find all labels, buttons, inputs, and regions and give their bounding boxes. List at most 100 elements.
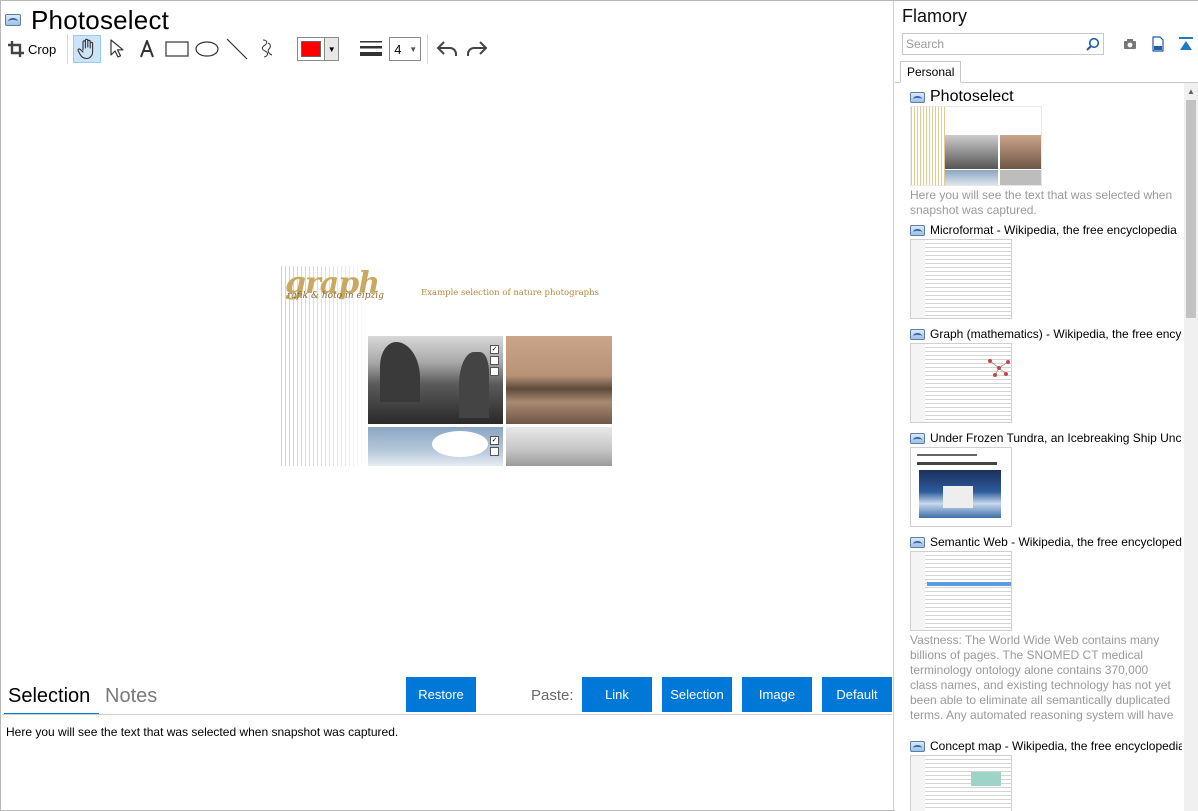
list-item-thumbnail bbox=[910, 343, 1012, 423]
ellipse-tool-button[interactable] bbox=[193, 35, 221, 63]
line-width-button[interactable] bbox=[357, 35, 385, 63]
scrollbar-thumb[interactable] bbox=[1186, 100, 1196, 318]
snapshot-list: Photoselect Here you will see the text t… bbox=[895, 83, 1184, 811]
rectangle-icon bbox=[165, 41, 189, 57]
list-item-header: Graph (mathematics) - Wikipedia, the fre… bbox=[910, 327, 1182, 341]
check-icon: ✓ bbox=[490, 436, 499, 445]
paste-image-button[interactable]: Image bbox=[742, 677, 812, 712]
paste-default-button[interactable]: Default bbox=[822, 677, 892, 712]
snapshot-icon bbox=[910, 432, 925, 444]
eject-icon[interactable] bbox=[1176, 34, 1196, 54]
list-item-thumbnail bbox=[910, 755, 1012, 811]
snapshot-icon bbox=[910, 91, 925, 103]
chevron-down-icon[interactable]: ▼ bbox=[324, 38, 339, 60]
snapshot-logo-sub: rafik & hoto in eipzig bbox=[287, 291, 384, 301]
list-item-title: Microformat - Wikipedia, the free encycl… bbox=[930, 223, 1177, 237]
list-item[interactable]: Microformat - Wikipedia, the free encycl… bbox=[910, 223, 1182, 319]
tab-notes[interactable]: Notes bbox=[105, 685, 157, 708]
ship-shape bbox=[943, 486, 973, 508]
snapshot-icon bbox=[910, 224, 925, 236]
list-item-header: Photoselect bbox=[910, 88, 1182, 106]
thumbnail-text bbox=[917, 454, 977, 456]
text-tool-button[interactable] bbox=[133, 35, 161, 63]
document-title[interactable]: Photoselect bbox=[31, 5, 169, 36]
photo-fog bbox=[506, 427, 612, 466]
checkbox-icon bbox=[490, 447, 499, 456]
search-box bbox=[902, 33, 1104, 55]
paste-link-button[interactable]: Link bbox=[582, 677, 652, 712]
sidebar-scrollbar[interactable]: ▲ bbox=[1184, 83, 1198, 811]
list-item-header: Under Frozen Tundra, an Icebreaking Ship… bbox=[910, 431, 1182, 445]
line-icon bbox=[226, 38, 248, 60]
flamory-sidebar: Flamory Personal Ph bbox=[895, 1, 1198, 811]
checkbox-icon bbox=[490, 367, 499, 376]
select-tool-button[interactable] bbox=[103, 35, 131, 63]
list-item-thumbnail bbox=[910, 106, 1042, 186]
undo-icon bbox=[436, 41, 458, 56]
snapshot-image: graph rafik & hoto in eipzig Example sel… bbox=[281, 266, 612, 466]
thumbnail-highlight bbox=[927, 582, 1011, 586]
selection-text[interactable]: Here you will see the text that was sele… bbox=[6, 725, 398, 739]
rectangle-tool-button[interactable] bbox=[163, 35, 191, 63]
thumbnail-text bbox=[917, 462, 997, 465]
freehand-tool-button[interactable] bbox=[253, 35, 281, 63]
toolbar-separator bbox=[427, 34, 429, 64]
crop-button[interactable]: Crop bbox=[5, 35, 59, 63]
toolbar-separator bbox=[67, 34, 69, 64]
restore-button[interactable]: Restore bbox=[406, 677, 476, 712]
paste-label: Paste: bbox=[531, 687, 574, 704]
hand-tool-button[interactable] bbox=[73, 35, 102, 63]
photo-rocks bbox=[368, 336, 503, 424]
thumbnail-photo bbox=[919, 470, 1001, 518]
list-item-thumbnail bbox=[910, 551, 1012, 631]
tab-selection[interactable]: Selection bbox=[8, 685, 90, 708]
annotation-toolbar: Crop ▼ 4 ▼ bbox=[5, 34, 493, 64]
search-input[interactable] bbox=[903, 37, 1083, 51]
document-icon[interactable] bbox=[1148, 34, 1168, 54]
list-item-thumbnail bbox=[910, 239, 1012, 319]
line-tool-button[interactable] bbox=[223, 35, 251, 63]
list-item-title: Photoselect bbox=[930, 88, 1014, 105]
color-swatch bbox=[301, 41, 322, 57]
list-item[interactable]: Semantic Web - Wikipedia, the free encyc… bbox=[910, 535, 1182, 723]
list-item-title: Concept map - Wikipedia, the free encycl… bbox=[930, 739, 1182, 753]
crop-icon bbox=[8, 41, 24, 57]
thumbnail-photo bbox=[945, 135, 998, 169]
thumbnail-photo bbox=[1000, 135, 1041, 169]
list-item-description: Vastness: The World Wide Web contains ma… bbox=[910, 633, 1174, 722]
thumbnail-diagram bbox=[971, 772, 1001, 786]
snapshot-icon bbox=[5, 14, 21, 26]
check-icon: ✓ bbox=[490, 345, 499, 354]
paste-selection-button[interactable]: Selection bbox=[662, 677, 732, 712]
list-item[interactable]: Graph (mathematics) - Wikipedia, the fre… bbox=[910, 327, 1182, 423]
search-icon[interactable] bbox=[1083, 34, 1103, 54]
snapshot-icon bbox=[910, 536, 925, 548]
list-item[interactable]: Photoselect Here you will see the text t… bbox=[910, 88, 1182, 218]
camera-icon[interactable] bbox=[1120, 34, 1140, 54]
freehand-icon bbox=[262, 39, 273, 58]
chevron-down-icon: ▼ bbox=[409, 44, 418, 54]
thumbnail-stripes bbox=[911, 107, 945, 185]
list-item-description: Here you will see the text that was sele… bbox=[910, 188, 1173, 217]
graph-diagram-icon bbox=[988, 359, 1010, 377]
line-width-select[interactable]: 4 ▼ bbox=[389, 37, 422, 61]
text-icon bbox=[140, 40, 155, 58]
snapshot-canvas[interactable]: graph rafik & hoto in eipzig Example sel… bbox=[2, 67, 892, 679]
list-item[interactable]: Under Frozen Tundra, an Icebreaking Ship… bbox=[910, 431, 1182, 527]
pointer-icon bbox=[110, 39, 124, 58]
list-item-title: Graph (mathematics) - Wikipedia, the fre… bbox=[930, 327, 1182, 341]
sidebar-title: Flamory bbox=[902, 6, 968, 26]
thumbnail-photo bbox=[945, 170, 998, 185]
line-width-icon bbox=[360, 41, 383, 56]
tab-personal[interactable]: Personal bbox=[900, 61, 962, 83]
redo-icon bbox=[467, 41, 488, 56]
list-item[interactable]: Concept map - Wikipedia, the free encycl… bbox=[910, 739, 1182, 811]
color-picker[interactable]: ▼ bbox=[297, 37, 340, 61]
scroll-up-arrow-icon[interactable]: ▲ bbox=[1184, 83, 1198, 99]
editor-pane: Photoselect Crop ▼ 4 ▼ graph rafik & hot… bbox=[1, 1, 894, 811]
tabs-divider bbox=[2, 714, 892, 715]
list-item-title: Under Frozen Tundra, an Icebreaking Ship… bbox=[930, 431, 1182, 445]
app-window: Photoselect Crop ▼ 4 ▼ graph rafik & hot… bbox=[0, 0, 1198, 811]
redo-button[interactable] bbox=[463, 35, 491, 63]
undo-button[interactable] bbox=[433, 35, 461, 63]
